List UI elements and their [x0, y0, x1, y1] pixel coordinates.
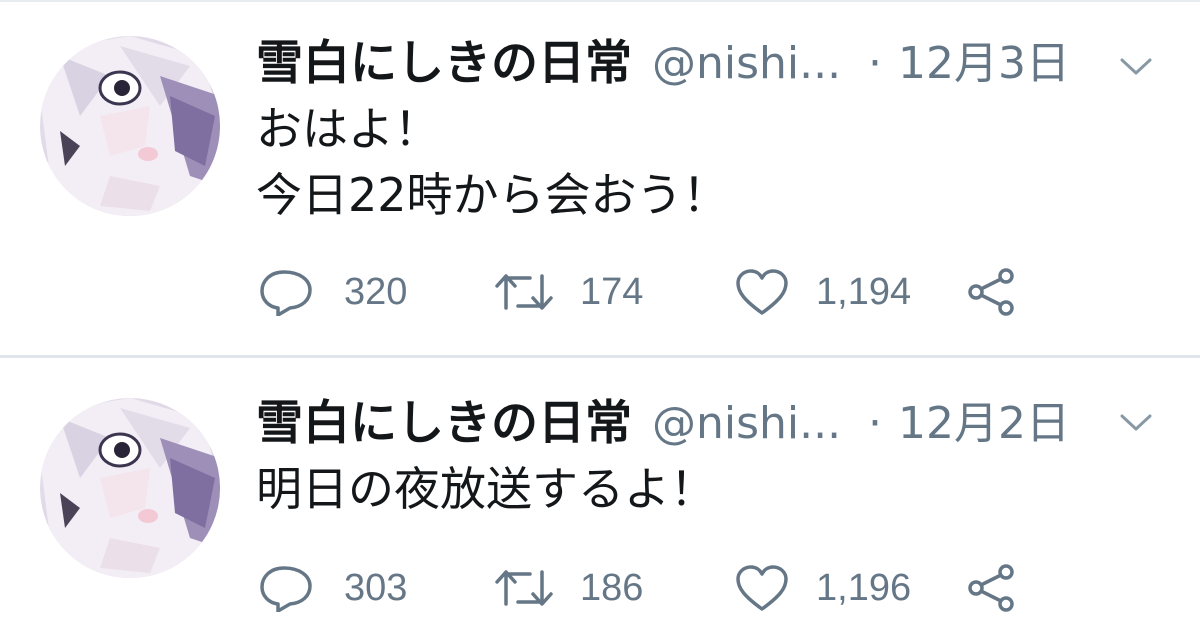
share-nodes-icon [968, 268, 1014, 316]
retweet-count: 186 [580, 567, 644, 609]
user-handle[interactable]: @nishi... [652, 394, 841, 454]
retweet-arrows-icon [495, 570, 553, 606]
reply-button[interactable]: 320 [258, 262, 438, 322]
tweet-text-line: 今日22時から会おう！ [256, 168, 729, 222]
tweet-header: 雪白にしきの日常 @nishi... · 12月2日 [256, 394, 1156, 454]
reply-count: 320 [344, 271, 408, 313]
tweet-actions: 320 174 1,194 [258, 262, 1078, 322]
tweet-actions: 303 186 1,196 [258, 558, 1078, 618]
tweet-date[interactable]: 12月3日 [898, 34, 1070, 94]
avatar-illustration [40, 36, 220, 216]
retweet-count: 174 [580, 271, 644, 313]
tweet-text-line: 明日の夜放送するよ！ [256, 462, 716, 516]
heart-icon [736, 565, 788, 611]
avatar[interactable] [40, 398, 220, 578]
user-handle[interactable]: @nishi... [652, 34, 841, 94]
reply-button[interactable]: 303 [258, 558, 438, 618]
share-button[interactable] [966, 262, 1026, 322]
heart-icon [736, 269, 788, 315]
retweet-button[interactable]: 174 [494, 262, 694, 322]
tweet-date[interactable]: 12月2日 [898, 394, 1070, 454]
retweet-arrows-icon [495, 274, 553, 310]
like-button[interactable]: 1,194 [734, 262, 954, 322]
like-count: 1,196 [816, 567, 912, 609]
share-nodes-icon [968, 564, 1014, 612]
tweet[interactable]: 雪白にしきの日常 @nishi... · 12月3日 おはよ！ 今日22時から会… [0, 0, 1200, 356]
separator-dot: · [868, 398, 882, 449]
display-name[interactable]: 雪白にしきの日常 [256, 34, 632, 94]
chevron-down-icon[interactable] [1118, 54, 1154, 78]
tweet[interactable]: 雪白にしきの日常 @nishi... · 12月2日 明日の夜放送するよ！ 30… [0, 358, 1200, 635]
speech-bubble-icon [260, 270, 312, 316]
separator-dot: · [868, 38, 882, 89]
tweet-text: 明日の夜放送するよ！ [256, 456, 1156, 522]
speech-bubble-icon [260, 566, 312, 612]
like-button[interactable]: 1,196 [734, 558, 954, 618]
retweet-button[interactable]: 186 [494, 558, 694, 618]
avatar[interactable] [40, 36, 220, 216]
like-count: 1,194 [816, 271, 912, 313]
tweet-feed: 雪白にしきの日常 @nishi... · 12月3日 おはよ！ 今日22時から会… [0, 0, 1200, 635]
reply-count: 303 [344, 567, 408, 609]
tweet-text-line: おはよ！ [256, 102, 440, 156]
share-button[interactable] [966, 558, 1026, 618]
tweet-text: おはよ！ 今日22時から会おう！ [256, 96, 1156, 228]
avatar-illustration [40, 398, 220, 578]
chevron-down-icon[interactable] [1118, 410, 1154, 434]
display-name[interactable]: 雪白にしきの日常 [256, 394, 632, 454]
tweet-header: 雪白にしきの日常 @nishi... · 12月3日 [256, 34, 1156, 94]
